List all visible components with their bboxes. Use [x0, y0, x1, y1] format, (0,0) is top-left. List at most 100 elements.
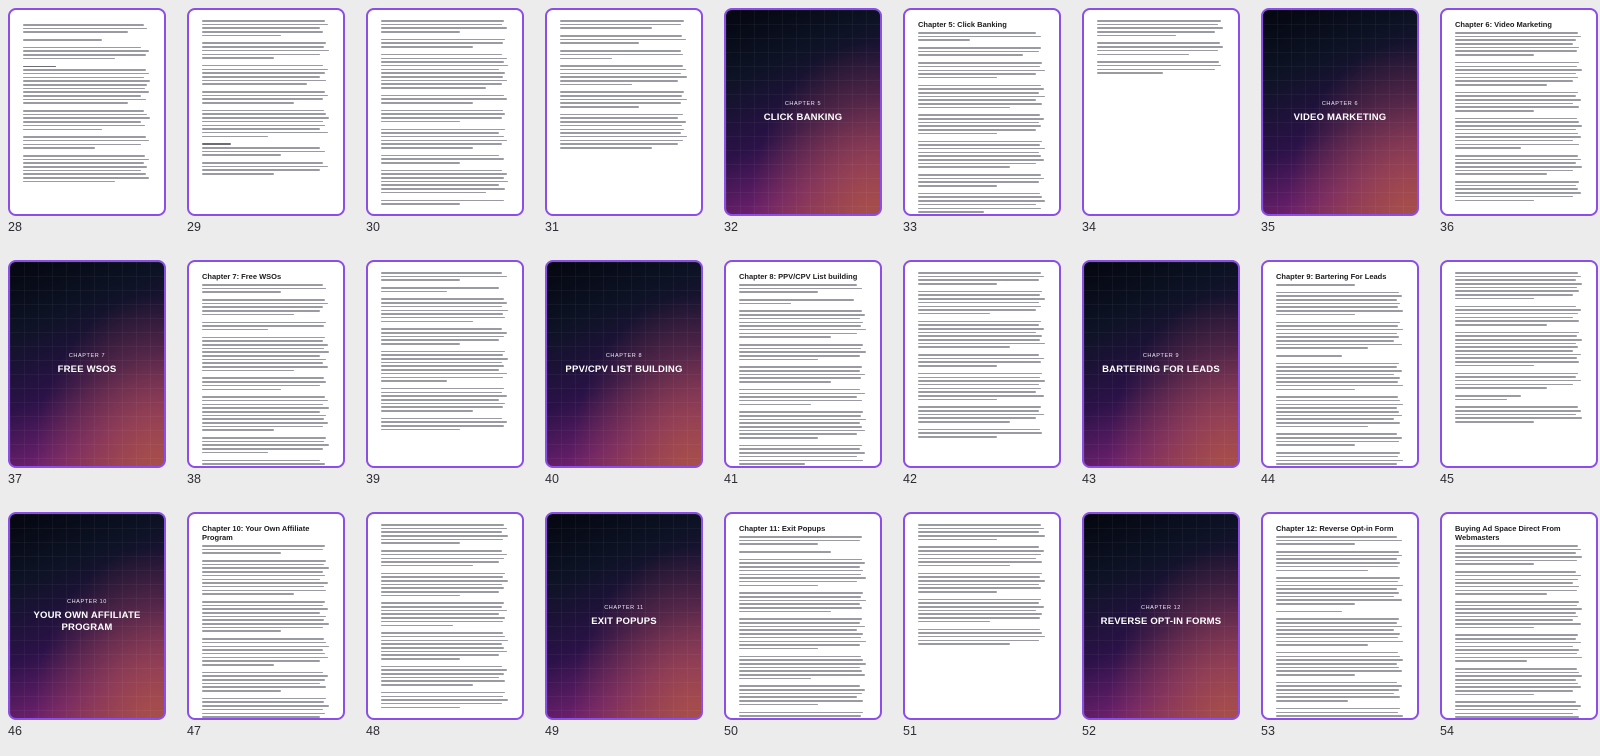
- page-thumbnail[interactable]: CHAPTER 11 EXIT POPUPS 49: [545, 512, 703, 756]
- page-thumbnail[interactable]: 48: [366, 512, 524, 756]
- text-line: [1276, 399, 1401, 402]
- page-number: 49: [545, 724, 559, 738]
- text-line: [918, 527, 1044, 530]
- text-page[interactable]: Chapter 5: Click Banking: [903, 8, 1061, 216]
- text-line: [202, 154, 281, 156]
- text-line: [202, 671, 323, 674]
- text-line: [918, 421, 1010, 423]
- text-line: [202, 173, 275, 175]
- text-line: [918, 579, 1046, 582]
- text-line: [918, 643, 1010, 645]
- page-thumbnail[interactable]: 39: [366, 260, 524, 504]
- page-thumbnail[interactable]: 30: [366, 8, 524, 252]
- text-line: [918, 609, 1036, 612]
- text-page[interactable]: Chapter 7: Free WSOs: [187, 260, 345, 468]
- page-thumbnail[interactable]: 28: [8, 8, 166, 252]
- chapter-cover-page[interactable]: CHAPTER 6 VIDEO MARKETING: [1261, 8, 1419, 216]
- text-line: [1455, 312, 1579, 315]
- text-line: [381, 146, 473, 149]
- text-page[interactable]: [903, 260, 1061, 468]
- text-line: [1455, 417, 1583, 419]
- text-page[interactable]: [8, 8, 166, 216]
- page-thumbnail[interactable]: Chapter 11: Exit Popups 50: [724, 512, 882, 756]
- page-thumbnail[interactable]: 31: [545, 8, 703, 252]
- text-page[interactable]: Chapter 10: Your Own Affiliate Program: [187, 512, 345, 720]
- page-thumbnail[interactable]: Chapter 6: Video Marketing 36: [1440, 8, 1598, 252]
- text-page[interactable]: [366, 260, 524, 468]
- page-thumbnail[interactable]: CHAPTER 9 BARTERING FOR LEADS 43: [1082, 260, 1240, 504]
- page-thumbnail[interactable]: Chapter 5: Click Banking 33: [903, 8, 1061, 252]
- text-line: [739, 640, 867, 643]
- text-line: [560, 106, 639, 108]
- text-line: [381, 587, 505, 589]
- text-line: [739, 674, 865, 676]
- page-thumbnail[interactable]: 45: [1440, 260, 1598, 504]
- text-page[interactable]: Chapter 12: Reverse Opt-in Form: [1261, 512, 1419, 720]
- chapter-cover-page[interactable]: CHAPTER 9 BARTERING FOR LEADS: [1082, 260, 1240, 468]
- page-thumbnail[interactable]: CHAPTER 5 CLICK BANKING 32: [724, 8, 882, 252]
- text-line: [1276, 591, 1400, 594]
- text-line: [1455, 615, 1579, 618]
- text-line: [202, 626, 323, 629]
- chapter-cover-page[interactable]: CHAPTER 5 CLICK BANKING: [724, 8, 882, 216]
- text-line: [1455, 705, 1581, 707]
- text-line: [918, 410, 1039, 412]
- page-thumbnail[interactable]: CHAPTER 10 YOUR OWN AFFILIATE PROGRAM 46: [8, 512, 166, 756]
- text-line: [1276, 291, 1400, 294]
- text-line: [23, 46, 141, 49]
- page-thumbnail[interactable]: 29: [187, 8, 345, 252]
- page-thumbnail[interactable]: Buying Ad Space Direct From Webmasters 54: [1440, 512, 1598, 756]
- text-line: [1276, 302, 1401, 305]
- text-page[interactable]: [903, 512, 1061, 720]
- text-page[interactable]: Chapter 11: Exit Popups: [724, 512, 882, 720]
- page-thumbnail[interactable]: Chapter 10: Your Own Affiliate Program 47: [187, 512, 345, 756]
- text-line: [918, 35, 1042, 38]
- text-line: [739, 392, 865, 395]
- page-thumbnail[interactable]: 51: [903, 512, 1061, 756]
- chapter-cover-page[interactable]: CHAPTER 10 YOUR OWN AFFILIATE PROGRAM: [8, 512, 166, 720]
- text-line: [918, 144, 1040, 146]
- page-thumbnail[interactable]: 34: [1082, 8, 1240, 252]
- text-page[interactable]: [366, 512, 524, 720]
- text-line: [560, 102, 681, 104]
- chapter-cover-page[interactable]: CHAPTER 8 PPV/CPV LIST BUILDING: [545, 260, 703, 468]
- text-page[interactable]: Buying Ad Space Direct From Webmasters: [1440, 512, 1598, 720]
- page-thumbnail[interactable]: CHAPTER 6 VIDEO MARKETING 35: [1261, 8, 1419, 252]
- text-line: [739, 325, 861, 327]
- text-line: [381, 406, 503, 408]
- text-page[interactable]: Chapter 8: PPV/CPV List building: [724, 260, 882, 468]
- text-page[interactable]: [366, 8, 524, 216]
- text-line: [918, 88, 1044, 90]
- page-number: 28: [8, 220, 22, 234]
- text-line: [381, 158, 505, 160]
- text-page[interactable]: [187, 8, 345, 216]
- page-thumbnail[interactable]: Chapter 7: Free WSOs 38: [187, 260, 345, 504]
- page-thumbnail[interactable]: Chapter 9: Bartering For Leads 44: [1261, 260, 1419, 504]
- page-thumbnail[interactable]: Chapter 8: PPV/CPV List building 41: [724, 260, 882, 504]
- chapter-cover-page[interactable]: CHAPTER 12 REVERSE OPT-IN FORMS: [1082, 512, 1240, 720]
- text-line: [23, 54, 147, 56]
- chapter-cover-page[interactable]: CHAPTER 7 FREE WSOS: [8, 260, 166, 468]
- text-line: [23, 169, 141, 172]
- text-line: [739, 396, 857, 398]
- page-thumbnail[interactable]: CHAPTER 8 PPV/CPV LIST BUILDING 40: [545, 260, 703, 504]
- text-page[interactable]: [1082, 8, 1240, 216]
- text-line: [1276, 422, 1401, 424]
- text-page[interactable]: [1440, 260, 1598, 468]
- page-thumbnail[interactable]: Chapter 12: Reverse Opt-in Form 53: [1261, 512, 1419, 756]
- text-page[interactable]: Chapter 6: Video Marketing: [1440, 8, 1598, 216]
- page-thumbnail[interactable]: CHAPTER 12 REVERSE OPT-IN FORMS 52: [1082, 512, 1240, 756]
- text-line: [918, 294, 1040, 297]
- text-line: [1455, 50, 1577, 53]
- page-thumbnail[interactable]: 42: [903, 260, 1061, 504]
- text-line: [1455, 693, 1534, 696]
- page-thumbnail[interactable]: CHAPTER 7 FREE WSOS 37: [8, 260, 166, 504]
- chapter-cover-page[interactable]: CHAPTER 11 EXIT POPUPS: [545, 512, 703, 720]
- text-line: [1276, 577, 1401, 579]
- text-line: [918, 535, 1046, 537]
- text-page[interactable]: [545, 8, 703, 216]
- page-number: 42: [903, 472, 917, 486]
- text-page[interactable]: Chapter 9: Bartering For Leads: [1261, 260, 1419, 468]
